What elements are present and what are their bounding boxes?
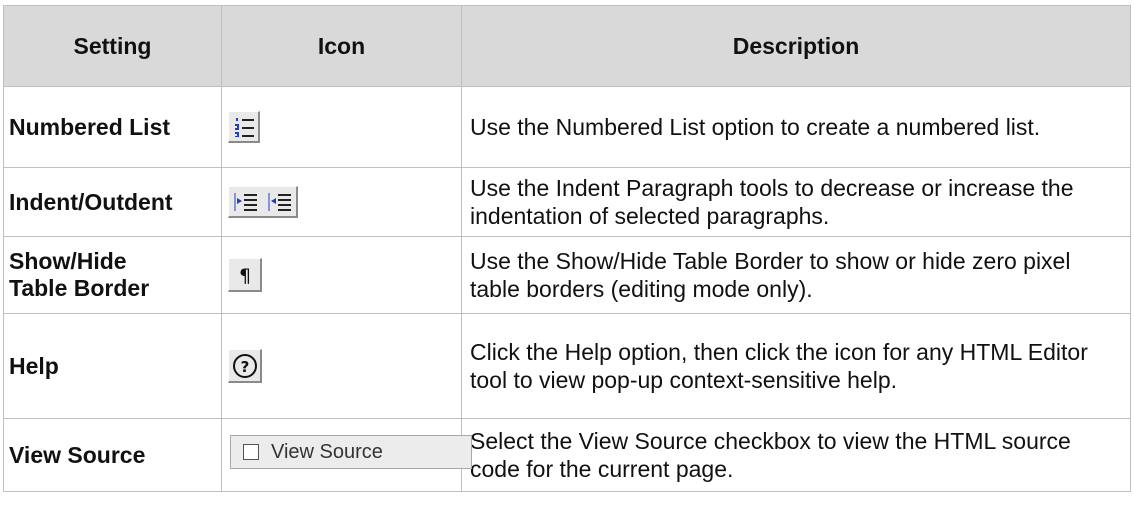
icon-cell — [221, 86, 462, 168]
numbered-list-icon[interactable] — [228, 111, 260, 143]
header-description: Description — [461, 5, 1131, 87]
header-icon: Icon — [221, 5, 462, 87]
outdent-icon — [268, 193, 291, 211]
setting-name-line1: Show/Hide — [9, 248, 127, 274]
table-row: Numbered List Use the Numbered List opti… — [3, 86, 1131, 168]
help-icon[interactable]: ? — [228, 349, 262, 383]
setting-name: Numbered List — [3, 86, 222, 168]
settings-table: Setting Icon Description Numbered List U… — [3, 5, 1131, 492]
setting-name: Show/Hide Table Border — [3, 236, 222, 314]
setting-description: Use the Numbered List option to create a… — [461, 86, 1131, 168]
view-source-checkbox[interactable]: View Source — [230, 435, 472, 469]
icon-cell: ¶ — [221, 236, 462, 314]
header-setting: Setting — [3, 5, 222, 87]
checkbox-icon[interactable] — [243, 444, 259, 460]
svg-text:¶: ¶ — [239, 265, 251, 287]
indent-icon — [234, 193, 257, 211]
icon-cell — [221, 167, 462, 237]
setting-name: Indent/Outdent — [3, 167, 222, 237]
indent-outdent-icons — [228, 186, 298, 218]
view-source-label: View Source — [271, 441, 383, 463]
icon-cell: View Source — [221, 418, 472, 492]
svg-text:?: ? — [241, 358, 250, 376]
setting-name: View Source — [3, 418, 222, 492]
table-row: Indent/Outdent Use the Indent Paragraph … — [3, 167, 1131, 237]
setting-description: Use the Show/Hide Table Border to show o… — [461, 236, 1131, 314]
setting-description: Click the Help option, then click the ic… — [461, 313, 1131, 419]
pilcrow-icon[interactable]: ¶ — [228, 258, 262, 292]
table-row: View Source View Source Select the View … — [3, 418, 1131, 492]
table-row: Show/Hide Table Border ¶ Use the Show/Hi… — [3, 236, 1131, 314]
setting-description: Use the Indent Paragraph tools to decrea… — [461, 167, 1131, 237]
header-row: Setting Icon Description — [3, 5, 1131, 87]
icon-cell: ? — [221, 313, 462, 419]
setting-name: Help — [3, 313, 222, 419]
setting-description: Select the View Source checkbox to view … — [461, 418, 1131, 492]
table-row: Help ? Click the Help option, then click… — [3, 313, 1131, 419]
setting-name-line2: Table Border — [9, 275, 150, 301]
